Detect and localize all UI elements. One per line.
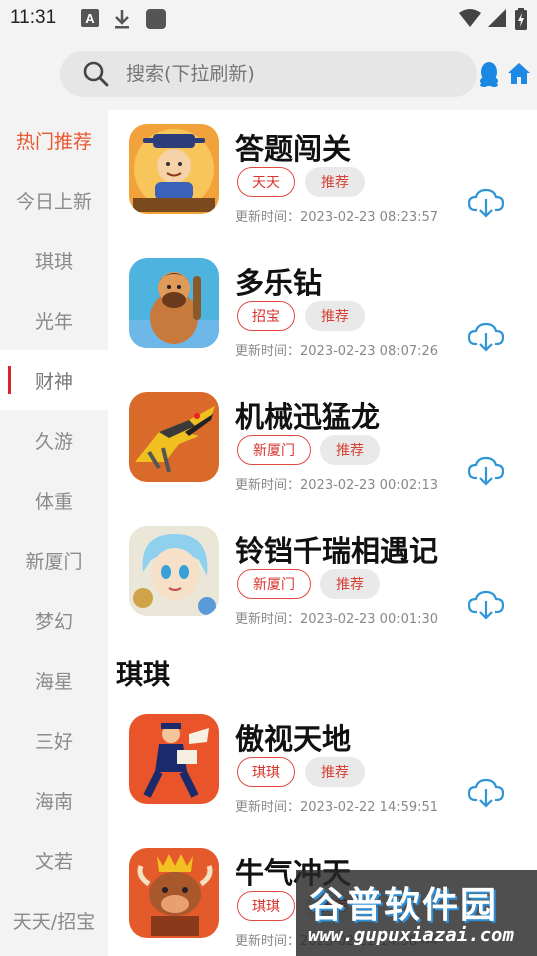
cloud-download-icon[interactable] bbox=[467, 590, 505, 624]
sidebar-item-label: 体重 bbox=[34, 490, 73, 513]
caveman-game-icon bbox=[129, 258, 219, 348]
sidebar-item-label: 三好 bbox=[34, 730, 73, 753]
cloud-download-icon[interactable] bbox=[467, 188, 505, 222]
channel-tag[interactable]: 招宝 bbox=[237, 301, 295, 331]
sidebar-item-menghuan[interactable]: 梦幻 bbox=[0, 590, 108, 650]
list-item[interactable]: 傲视天地 琪琪 推荐 更新时间：2023-02-22 14:59:51 bbox=[108, 700, 537, 830]
a-letter-icon: A bbox=[80, 8, 100, 32]
app-name: 答题闯关 bbox=[235, 132, 352, 166]
sidebar-item-label: 光年 bbox=[34, 310, 73, 333]
quiz-game-icon bbox=[129, 124, 219, 214]
search-bar[interactable] bbox=[60, 51, 477, 97]
channel-tag[interactable]: 琪琪 bbox=[237, 891, 295, 921]
list-item[interactable]: 机械迅猛龙 新厦门 推荐 更新时间：2023-02-23 00:02:13 bbox=[108, 378, 537, 508]
sidebar-item-label: 天天/招宝 bbox=[12, 910, 96, 933]
status-time: 11:31 bbox=[10, 7, 57, 28]
mailman-game-icon bbox=[129, 714, 219, 804]
app-name: 多乐钻 bbox=[235, 266, 323, 300]
category-sidebar: 热门推荐 今日上新 琪琪 光年 财神 久游 体重 新厦门 梦幻 海星 三好 海南… bbox=[0, 110, 108, 956]
channel-tag[interactable]: 天天 bbox=[237, 167, 295, 197]
site-watermark: 谷普软件园 www.gupuxiazai.com bbox=[296, 870, 537, 956]
recommend-tag[interactable]: 推荐 bbox=[305, 167, 365, 197]
sidebar-item-today-new[interactable]: 今日上新 bbox=[0, 170, 108, 230]
sidebar-item-jiuyou[interactable]: 久游 bbox=[0, 410, 108, 470]
download-icon bbox=[112, 8, 132, 34]
sidebar-item-tiantian-zhaobao[interactable]: 天天/招宝 bbox=[0, 890, 108, 950]
battery-charging-icon bbox=[514, 8, 528, 34]
selected-marker bbox=[8, 366, 11, 394]
recommend-tag[interactable]: 推荐 bbox=[320, 569, 380, 599]
list-item[interactable]: 铃铛千瑞相遇记 新厦门 推荐 更新时间：2023-02-23 00:01:30 bbox=[108, 512, 537, 642]
svg-text:A: A bbox=[85, 11, 95, 26]
sidebar-item-caishen[interactable]: 财神 bbox=[0, 350, 108, 410]
sidebar-item-label: 海南 bbox=[34, 790, 73, 813]
wifi-icon bbox=[458, 8, 482, 32]
home-icon[interactable] bbox=[507, 61, 531, 89]
recommend-tag[interactable]: 推荐 bbox=[305, 301, 365, 331]
sidebar-item-label: 热门推荐 bbox=[15, 130, 92, 153]
app-name: 机械迅猛龙 bbox=[235, 400, 381, 434]
sidebar-item-label: 海星 bbox=[34, 670, 73, 693]
sidebar-item-label: 琪琪 bbox=[34, 250, 73, 273]
channel-tag[interactable]: 琪琪 bbox=[237, 757, 295, 787]
app-name: 傲视天地 bbox=[235, 722, 352, 756]
qq-penguin-icon[interactable] bbox=[478, 61, 500, 91]
update-time: 更新时间：2023-02-23 08:07:26 bbox=[235, 344, 439, 359]
status-bar: 11:31 A bbox=[0, 0, 537, 38]
sidebar-item-sanhao[interactable]: 三好 bbox=[0, 710, 108, 770]
recommend-tag[interactable]: 推荐 bbox=[320, 435, 380, 465]
sidebar-item-label: 今日上新 bbox=[15, 190, 92, 213]
sidebar-item-wenruo[interactable]: 文若 bbox=[0, 830, 108, 890]
sidebar-item-label: 文若 bbox=[34, 850, 73, 873]
update-time: 更新时间：2023-02-23 00:02:13 bbox=[235, 478, 439, 493]
section-title: 琪琪 bbox=[116, 660, 170, 691]
cloud-download-icon[interactable] bbox=[467, 456, 505, 490]
app-list: 答题闯关 天天 推荐 更新时间：2023-02-23 08:23:57 多乐钻 … bbox=[108, 110, 537, 956]
watermark-title: 谷普软件园 bbox=[308, 885, 499, 926]
sidebar-item-tizhong[interactable]: 体重 bbox=[0, 470, 108, 530]
update-time: 更新时间：2023-02-22 14:59:51 bbox=[235, 800, 439, 815]
bull-king-game-icon bbox=[129, 848, 219, 938]
channel-tag[interactable]: 新厦门 bbox=[237, 435, 311, 465]
sidebar-item-label: 久游 bbox=[34, 430, 73, 453]
sidebar-item-label: 新厦门 bbox=[25, 550, 83, 573]
sidebar-item-xinxiamen[interactable]: 新厦门 bbox=[0, 530, 108, 590]
watermark-url: www.gupuxiazai.com bbox=[308, 924, 514, 946]
cloud-download-icon[interactable] bbox=[467, 322, 505, 356]
search-icon bbox=[82, 60, 110, 92]
anime-girl-game-icon bbox=[129, 526, 219, 616]
cloud-download-icon[interactable] bbox=[467, 778, 505, 812]
sidebar-item-guangnian[interactable]: 光年 bbox=[0, 290, 108, 350]
channel-tag[interactable]: 新厦门 bbox=[237, 569, 311, 599]
sidebar-item-hainan[interactable]: 海南 bbox=[0, 770, 108, 830]
list-item[interactable]: 多乐钻 招宝 推荐 更新时间：2023-02-23 08:07:26 bbox=[108, 244, 537, 374]
sidebar-item-qiqi[interactable]: 琪琪 bbox=[0, 230, 108, 290]
sidebar-item-label: 梦幻 bbox=[34, 610, 73, 633]
update-time: 更新时间：2023-02-23 08:23:57 bbox=[235, 210, 439, 225]
recommend-tag[interactable]: 推荐 bbox=[305, 757, 365, 787]
list-item[interactable]: 答题闯关 天天 推荐 更新时间：2023-02-23 08:23:57 bbox=[108, 110, 537, 240]
update-time: 更新时间：2023-02-23 00:01:30 bbox=[235, 612, 439, 627]
sidebar-item-hot[interactable]: 热门推荐 bbox=[0, 110, 108, 170]
search-input[interactable] bbox=[126, 51, 456, 97]
app-name: 铃铛千瑞相遇记 bbox=[235, 534, 439, 568]
sidebar-item-haixing[interactable]: 海星 bbox=[0, 650, 108, 710]
app-square-icon bbox=[145, 8, 167, 34]
robot-raptor-game-icon bbox=[129, 392, 219, 482]
signal-icon bbox=[487, 8, 507, 32]
sidebar-item-label: 财神 bbox=[34, 370, 73, 393]
